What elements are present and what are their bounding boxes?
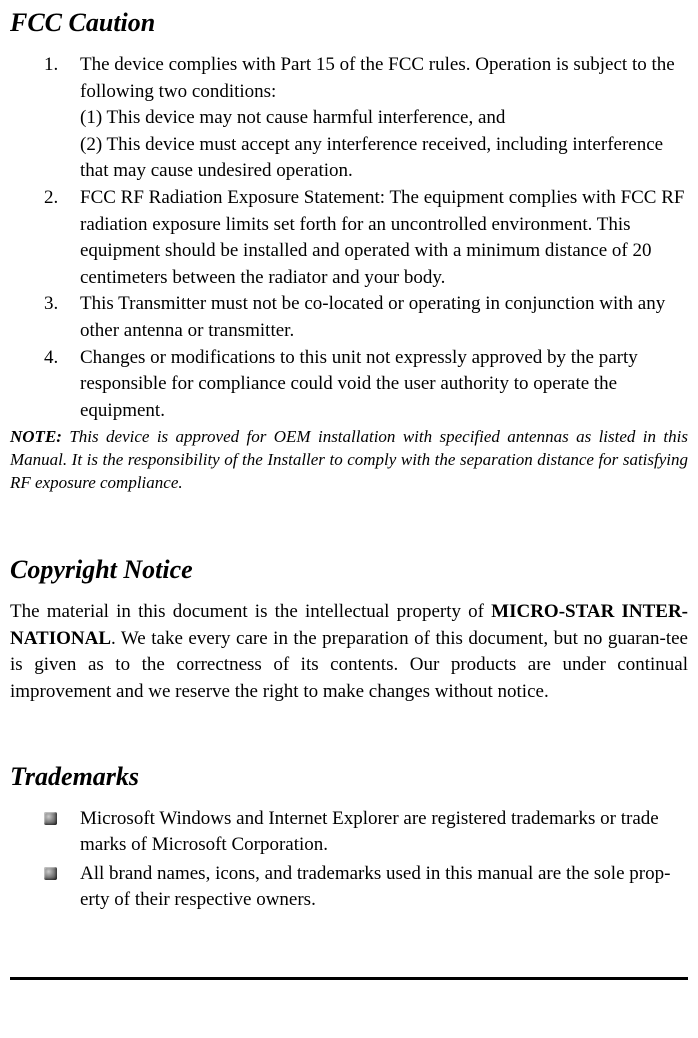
list-item: 3. This Transmitter must not be co-locat… bbox=[44, 291, 688, 344]
list-item: 2. FCC RF Radiation Exposure Statement: … bbox=[44, 185, 688, 291]
note-label: NOTE: bbox=[10, 427, 62, 446]
list-number: 3. bbox=[44, 291, 58, 318]
list-number: 4. bbox=[44, 345, 58, 372]
list-text: FCC RF Radiation Exposure Statement: The… bbox=[80, 185, 688, 291]
document-content: FCC Caution 1. The device complies with … bbox=[0, 0, 698, 926]
list-item: Microsoft Windows and Internet Explorer … bbox=[44, 806, 688, 859]
list-number: 1. bbox=[44, 52, 58, 79]
footer-separator bbox=[10, 977, 688, 980]
copyright-text-after: . We take every care in the preparation … bbox=[10, 628, 688, 702]
list-number: 2. bbox=[44, 185, 58, 212]
fcc-caution-heading: FCC Caution bbox=[10, 8, 688, 38]
list-text: This Transmitter must not be co-located … bbox=[80, 291, 688, 344]
fcc-list: 1. The device complies with Part 15 of t… bbox=[10, 52, 688, 424]
trademarks-list: Microsoft Windows and Internet Explorer … bbox=[10, 806, 688, 914]
list-item: 4. Changes or modifications to this unit… bbox=[44, 345, 688, 425]
trademarks-heading: Trademarks bbox=[10, 762, 688, 792]
list-item: 1. The device complies with Part 15 of t… bbox=[44, 52, 688, 185]
list-item: All brand names, icons, and trademarks u… bbox=[44, 861, 688, 914]
bullet-icon bbox=[44, 867, 57, 880]
fcc-note: NOTE: This device is approved for OEM in… bbox=[10, 426, 688, 495]
list-text: Microsoft Windows and Internet Explorer … bbox=[80, 808, 659, 856]
bullet-icon bbox=[44, 812, 57, 825]
list-text: All brand names, icons, and trademarks u… bbox=[80, 863, 670, 911]
list-text: The device complies with Part 15 of the … bbox=[80, 52, 688, 185]
copyright-text-before: The material in this document is the int… bbox=[10, 601, 491, 622]
list-text: Changes or modifications to this unit no… bbox=[80, 345, 688, 425]
copyright-heading: Copyright Notice bbox=[10, 555, 688, 585]
copyright-paragraph: The material in this document is the int… bbox=[10, 599, 688, 705]
note-body: This device is approved for OEM installa… bbox=[10, 427, 688, 492]
